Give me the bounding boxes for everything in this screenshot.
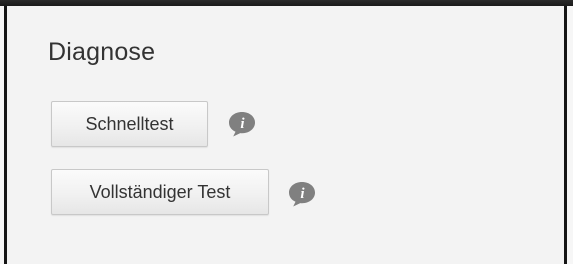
info-icon[interactable]: i	[227, 110, 257, 138]
quick-test-button[interactable]: Schnelltest	[51, 101, 208, 147]
info-icon[interactable]: i	[287, 180, 317, 208]
section-title: Diagnose	[48, 38, 156, 66]
full-test-button[interactable]: Vollständiger Test	[51, 169, 269, 215]
